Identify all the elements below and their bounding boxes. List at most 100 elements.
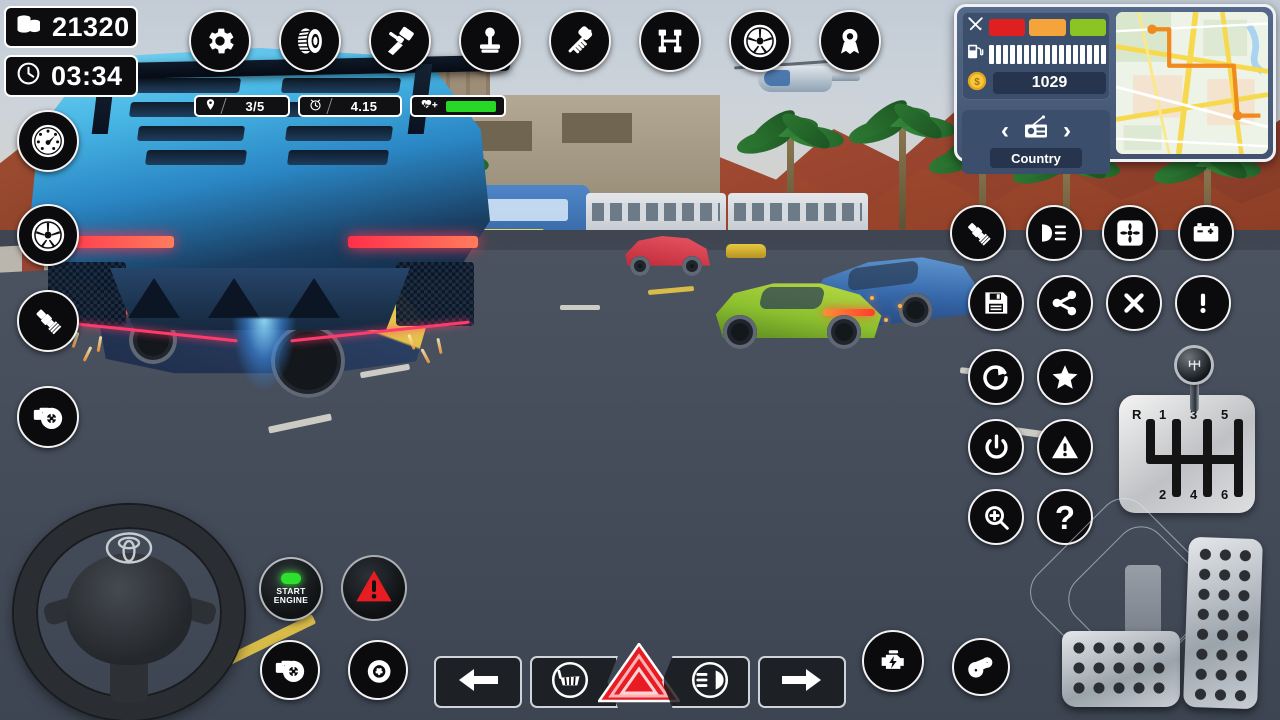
right-battery-button[interactable] bbox=[1178, 205, 1234, 261]
right-alert-button[interactable] bbox=[1175, 275, 1231, 331]
right-save-button[interactable] bbox=[968, 275, 1024, 331]
dashboard-panel: $ 1029 ‹ › Country bbox=[954, 4, 1276, 174]
right-warning-button[interactable] bbox=[1037, 419, 1093, 475]
tools-icon bbox=[966, 15, 985, 39]
pedal-ghost bbox=[1125, 565, 1161, 635]
money-coin-icon: $ bbox=[966, 70, 988, 97]
checkpoint-value: 3/5 bbox=[245, 98, 265, 114]
power-icon bbox=[982, 433, 1011, 462]
turn-left-button[interactable] bbox=[434, 656, 522, 708]
left-spark-plug-button[interactable] bbox=[17, 290, 79, 352]
radio-card: ‹ › Country bbox=[962, 110, 1110, 174]
gear-knob[interactable] bbox=[1177, 348, 1211, 382]
turbo-button[interactable] bbox=[260, 640, 320, 700]
speedometer-icon bbox=[30, 123, 66, 159]
turn-right-button[interactable] bbox=[758, 656, 846, 708]
toolbar-engine-button[interactable] bbox=[369, 10, 431, 72]
right-power-button[interactable] bbox=[968, 419, 1024, 475]
traffic-car-distant bbox=[726, 244, 766, 258]
right-headlights-button[interactable] bbox=[1026, 205, 1082, 261]
gear-shifter-panel[interactable]: R 1 3 5 2 4 6 bbox=[1119, 395, 1255, 513]
joystick-icon bbox=[474, 25, 506, 57]
turbo-icon bbox=[273, 653, 307, 687]
condition-card: $ 1029 bbox=[962, 12, 1110, 100]
minimap[interactable] bbox=[1116, 12, 1268, 154]
turbo-icon bbox=[31, 400, 65, 434]
health-heart-icon bbox=[420, 98, 438, 115]
checkpoint-chip: 3/5 bbox=[194, 95, 290, 117]
spark-plug-icon bbox=[31, 304, 65, 338]
condition-segment-red bbox=[989, 18, 1026, 36]
wiper-icon bbox=[551, 661, 589, 704]
start-engine-button[interactable]: START ENGINE bbox=[259, 557, 323, 621]
toolbar-rims-button[interactable] bbox=[729, 10, 791, 72]
right-favorite-button[interactable] bbox=[1037, 349, 1093, 405]
engine-boost-button[interactable] bbox=[862, 630, 924, 692]
svg-text:$: $ bbox=[974, 77, 980, 88]
lap-time-value: 4.15 bbox=[350, 98, 378, 114]
gear-gate-crossbar bbox=[1146, 455, 1243, 464]
toolbar-tires-button[interactable] bbox=[279, 10, 341, 72]
arrow-left-icon bbox=[456, 666, 500, 699]
toolbar-rewards-button[interactable] bbox=[819, 10, 881, 72]
left-speedometer-button[interactable] bbox=[17, 110, 79, 172]
clock-icon bbox=[16, 61, 41, 91]
coins-icon bbox=[16, 13, 42, 42]
floppy-disk-icon bbox=[981, 288, 1011, 318]
radio-icon bbox=[1021, 115, 1051, 146]
toolbar-suspension-button[interactable] bbox=[549, 10, 611, 72]
headlight-icon bbox=[1038, 217, 1070, 249]
wheel-rim-icon bbox=[742, 23, 778, 59]
right-close-button[interactable] bbox=[1106, 275, 1162, 331]
right-zoom-in-button[interactable] bbox=[968, 489, 1024, 545]
alarm-clock-icon bbox=[308, 97, 323, 115]
left-wheel-button[interactable] bbox=[17, 204, 79, 266]
brake-button[interactable] bbox=[348, 640, 408, 700]
headlight-button[interactable] bbox=[662, 656, 750, 708]
tire-icon bbox=[293, 24, 327, 58]
brake-pedal[interactable] bbox=[1062, 631, 1180, 707]
close-x-icon bbox=[1120, 289, 1148, 317]
belt-button[interactable] bbox=[952, 638, 1010, 696]
gear-label-5: 5 bbox=[1221, 407, 1229, 422]
game-screen: 21320 03:34 3/5 4.15 ? $ 1029 ‹ › Countr… bbox=[0, 0, 1280, 720]
chassis-icon bbox=[654, 25, 686, 57]
warning-indicator-button[interactable] bbox=[341, 555, 407, 621]
right-spark-plug-button[interactable] bbox=[950, 205, 1006, 261]
start-engine-label-line2: ENGINE bbox=[273, 595, 309, 605]
warning-triangle-icon bbox=[354, 566, 394, 611]
exclamation-icon bbox=[1189, 289, 1217, 317]
location-pin-icon bbox=[204, 97, 217, 115]
condition-segment-orange bbox=[1029, 18, 1066, 36]
radio-prev-button[interactable]: ‹ bbox=[1001, 118, 1009, 142]
left-turbo-button[interactable] bbox=[17, 386, 79, 448]
traffic-car-red bbox=[620, 232, 712, 276]
share-icon bbox=[1050, 288, 1080, 318]
palm-tree bbox=[872, 120, 932, 230]
accelerator-pedal[interactable] bbox=[1183, 536, 1263, 710]
battery-icon bbox=[1190, 217, 1222, 249]
right-fan-button[interactable] bbox=[1102, 205, 1158, 261]
lap-time-chip: 4.15 bbox=[298, 95, 402, 117]
right-share-button[interactable] bbox=[1037, 275, 1093, 331]
fan-icon bbox=[1114, 217, 1146, 249]
health-chip bbox=[410, 95, 506, 117]
headlight-beam-icon bbox=[691, 661, 729, 704]
arrow-right-icon bbox=[780, 666, 824, 699]
wheel-rim-icon bbox=[30, 217, 66, 253]
toolbar-chassis-button[interactable] bbox=[639, 10, 701, 72]
brand-emblem bbox=[103, 531, 155, 565]
restart-icon bbox=[981, 362, 1011, 392]
gear-label-2: 2 bbox=[1159, 487, 1167, 502]
award-ribbon-icon bbox=[834, 25, 866, 57]
traffic-car-green bbox=[705, 275, 885, 349]
belt-pulley-icon bbox=[965, 651, 997, 683]
radio-next-button[interactable]: › bbox=[1063, 118, 1071, 142]
condition-segment-green bbox=[1069, 18, 1106, 36]
toolbar-gearbox-button[interactable] bbox=[459, 10, 521, 72]
gear-label-6: 6 bbox=[1221, 487, 1229, 502]
toolbar-settings-button[interactable] bbox=[189, 10, 251, 72]
right-restart-button[interactable] bbox=[968, 349, 1024, 405]
steering-wheel[interactable] bbox=[14, 505, 244, 720]
road-marking bbox=[560, 305, 600, 310]
